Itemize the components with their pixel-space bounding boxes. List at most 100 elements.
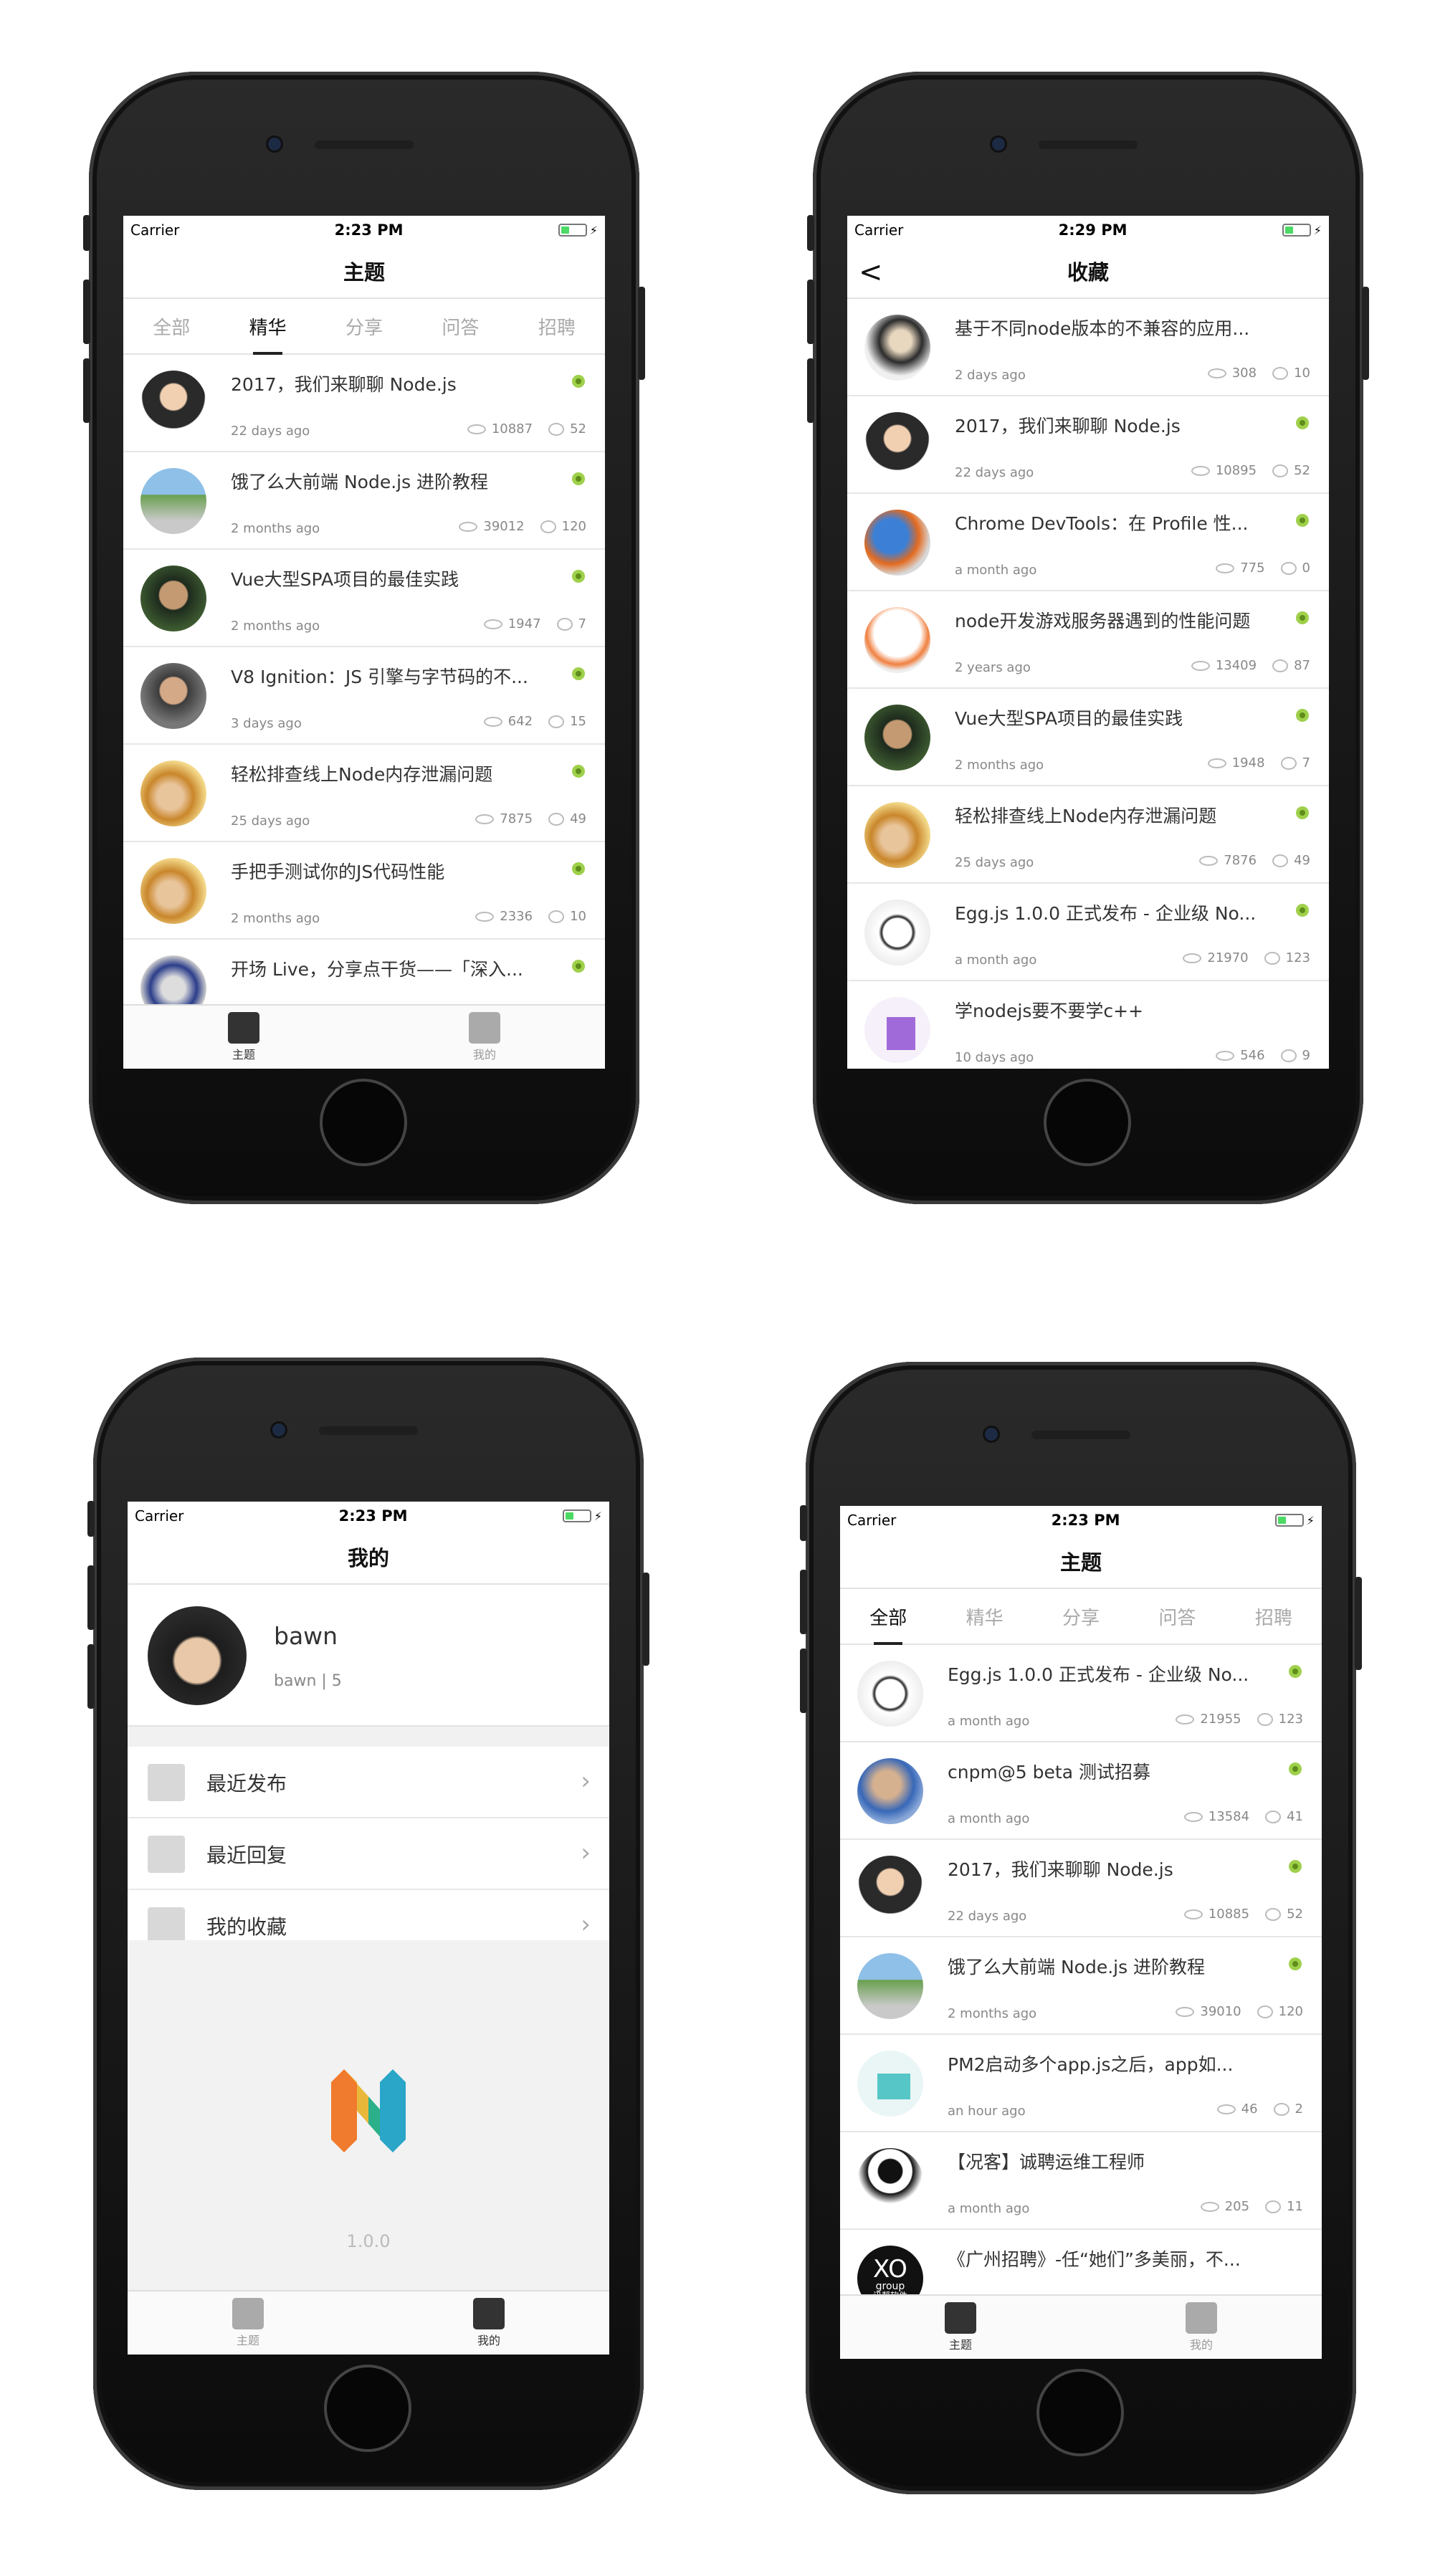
tabbar-topics[interactable]: 主题 — [840, 2296, 1081, 2359]
topic-title: 2017，我们来聊聊 Node.js — [948, 1859, 1173, 1880]
topic-title: 2017，我们来聊聊 Node.js — [231, 374, 457, 395]
eye-icon — [483, 716, 502, 727]
recent-replies-icon — [148, 1836, 185, 1873]
home-button[interactable] — [324, 2365, 411, 2452]
topic-stats: 39012 120 — [459, 519, 586, 534]
list-item[interactable]: 饿了么大前端 Node.js 进阶教程 2 months ago 39010 120 — [840, 1937, 1322, 2035]
comment-icon — [1265, 1907, 1282, 1921]
list-item[interactable]: 饿了么大前端 Node.js 进阶教程 2 months ago 39012 120 — [123, 452, 605, 550]
list-item[interactable]: 【况客】诚聘运维工程师 a month ago 205 11 — [840, 2132, 1322, 2230]
eye-icon — [1207, 368, 1226, 378]
chevron-right-icon: › — [581, 1838, 591, 1867]
list-item[interactable]: 基于不同node版本的不兼容的应用... 2 days ago 308 10 — [847, 299, 1329, 396]
home-button[interactable] — [320, 1079, 407, 1166]
topic-stats: 1947 7 — [483, 616, 586, 631]
topic-stats: 10895 52 — [1191, 463, 1310, 478]
tab-ask[interactable]: 问答 — [412, 299, 508, 353]
topic-stats: 10887 52 — [467, 421, 586, 437]
list-item[interactable]: 2017，我们来聊聊 Node.js 22 days ago 10895 52 — [847, 396, 1329, 494]
user-name: bawn — [274, 1622, 338, 1650]
profile-header[interactable]: bawn bawn | 5 — [128, 1585, 609, 1727]
speaker — [315, 140, 414, 149]
avatar — [864, 997, 930, 1063]
list-item[interactable]: PM2启动多个app.js之后，app如... an hour ago 46 2 — [840, 2035, 1322, 2132]
topic-list: 2017，我们来聊聊 Node.js 22 days ago 10887 52 饿了么… — [123, 355, 605, 1037]
good-badge-icon — [572, 472, 585, 485]
topic-title: 学nodejs要不要学c++ — [955, 1001, 1144, 1021]
topics-icon — [232, 2298, 264, 2329]
avatar — [864, 412, 930, 478]
list-item[interactable]: Egg.js 1.0.0 正式发布 - 企业级 No... a month ago… — [840, 1645, 1322, 1742]
list-item[interactable]: Egg.js 1.0.0 正式发布 - 企业级 No... a month ago… — [847, 884, 1329, 981]
topic-title: 《广州招聘》-任“她们”多美丽，不... — [948, 2249, 1241, 2270]
list-item[interactable]: 2017，我们来聊聊 Node.js 22 days ago 10887 52 — [123, 355, 605, 452]
page-title: 主题 — [1059, 1550, 1102, 1575]
list-item[interactable]: 学nodejs要不要学c++ 10 days ago 546 9 — [847, 981, 1329, 1069]
list-item[interactable]: 2017，我们来聊聊 Node.js 22 days ago 10885 52 — [840, 1840, 1322, 1937]
topic-age: 2 months ago — [231, 619, 320, 634]
tab-good[interactable]: 精华 — [219, 299, 315, 355]
list-item[interactable]: Chrome DevTools：在 Profile 性... a month ag… — [847, 494, 1329, 591]
nav-bar: 主题 — [840, 1535, 1322, 1589]
tabbar-topics[interactable]: 主题 — [128, 2291, 368, 2355]
tabbar-mine[interactable]: 我的 — [368, 2291, 609, 2355]
avatar — [864, 802, 930, 868]
home-button[interactable] — [1044, 1079, 1131, 1166]
topic-age: an hour ago — [948, 2104, 1026, 2119]
tab-all[interactable]: 全部 — [123, 299, 219, 353]
comment-icon — [548, 715, 565, 728]
topic-age: 2 days ago — [955, 368, 1026, 383]
topic-stats: 205 11 — [1200, 2199, 1303, 2214]
home-button[interactable] — [1036, 2369, 1124, 2456]
page-title: 收藏 — [1067, 260, 1109, 285]
topic-age: a month ago — [955, 953, 1037, 968]
topic-age: 2 months ago — [955, 758, 1044, 773]
list-item[interactable]: 手把手测试你的JS代码性能 2 months ago 2336 10 — [123, 842, 605, 940]
avatar — [140, 566, 206, 631]
comment-icon — [1280, 1049, 1297, 1062]
topic-tabs: 全部 精华 分享 问答 招聘 — [123, 299, 605, 355]
list-item[interactable]: V8 Ignition：JS 引擎与字节码的不... 3 days ago 642 1… — [123, 647, 605, 745]
tab-share[interactable]: 分享 — [1033, 1589, 1129, 1644]
topic-age: 2 years ago — [955, 660, 1031, 675]
list-item[interactable]: cnpm@5 beta 测试招募 a month ago 13584 41 — [840, 1742, 1322, 1840]
tab-job[interactable]: 招聘 — [1226, 1589, 1322, 1644]
avatar — [140, 468, 206, 534]
menu-recent-replies[interactable]: 最近回复 › — [128, 1818, 609, 1890]
list-item[interactable]: node开发游戏服务器遇到的性能问题 2 years ago 13409 87 — [847, 591, 1329, 689]
tabbar-mine[interactable]: 我的 — [364, 1006, 605, 1069]
avatar — [857, 1856, 923, 1922]
nav-bar: 我的 — [128, 1530, 609, 1585]
page-title: 我的 — [347, 1546, 389, 1570]
eye-icon — [1183, 1811, 1203, 1822]
menu-recent-topics[interactable]: 最近发布 › — [128, 1747, 609, 1818]
topic-title: cnpm@5 beta 测试招募 — [948, 1762, 1150, 1783]
avatar — [857, 1661, 923, 1727]
back-icon[interactable]: < — [859, 256, 883, 289]
tab-all[interactable]: 全部 — [840, 1589, 936, 1645]
camera — [992, 138, 1005, 151]
tab-ask[interactable]: 问答 — [1129, 1589, 1225, 1644]
topic-age: 25 days ago — [955, 855, 1034, 870]
tabbar-topics[interactable]: 主题 — [123, 1006, 364, 1069]
topic-stats: 1948 7 — [1207, 755, 1310, 771]
list-item[interactable]: Vue大型SPA项目的最佳实践 2 months ago 1947 7 — [123, 550, 605, 647]
list-item[interactable]: Vue大型SPA项目的最佳实践 2 months ago 1948 7 — [847, 689, 1329, 786]
tab-job[interactable]: 招聘 — [509, 299, 605, 353]
avatar — [857, 2051, 923, 2117]
topic-age: a month ago — [948, 1811, 1030, 1826]
comment-icon — [1273, 2102, 1289, 2116]
tab-share[interactable]: 分享 — [316, 299, 412, 353]
list-item[interactable]: 轻松排查线上Node内存泄漏问题 25 days ago 7876 49 — [847, 786, 1329, 884]
tabbar-mine[interactable]: 我的 — [1081, 2296, 1322, 2359]
avatar — [140, 371, 206, 437]
good-badge-icon — [572, 570, 585, 583]
tab-bar: 主题 我的 — [123, 1004, 605, 1069]
list-item[interactable]: 轻松排查线上Node内存泄漏问题 25 days ago 7875 49 — [123, 745, 605, 842]
comment-icon — [1272, 659, 1289, 672]
tab-bar: 主题 我的 — [128, 2290, 609, 2355]
good-badge-icon — [572, 667, 585, 680]
avatar — [864, 900, 930, 965]
tab-good[interactable]: 精华 — [936, 1589, 1032, 1644]
topic-title: 轻松排查线上Node内存泄漏问题 — [231, 764, 493, 785]
